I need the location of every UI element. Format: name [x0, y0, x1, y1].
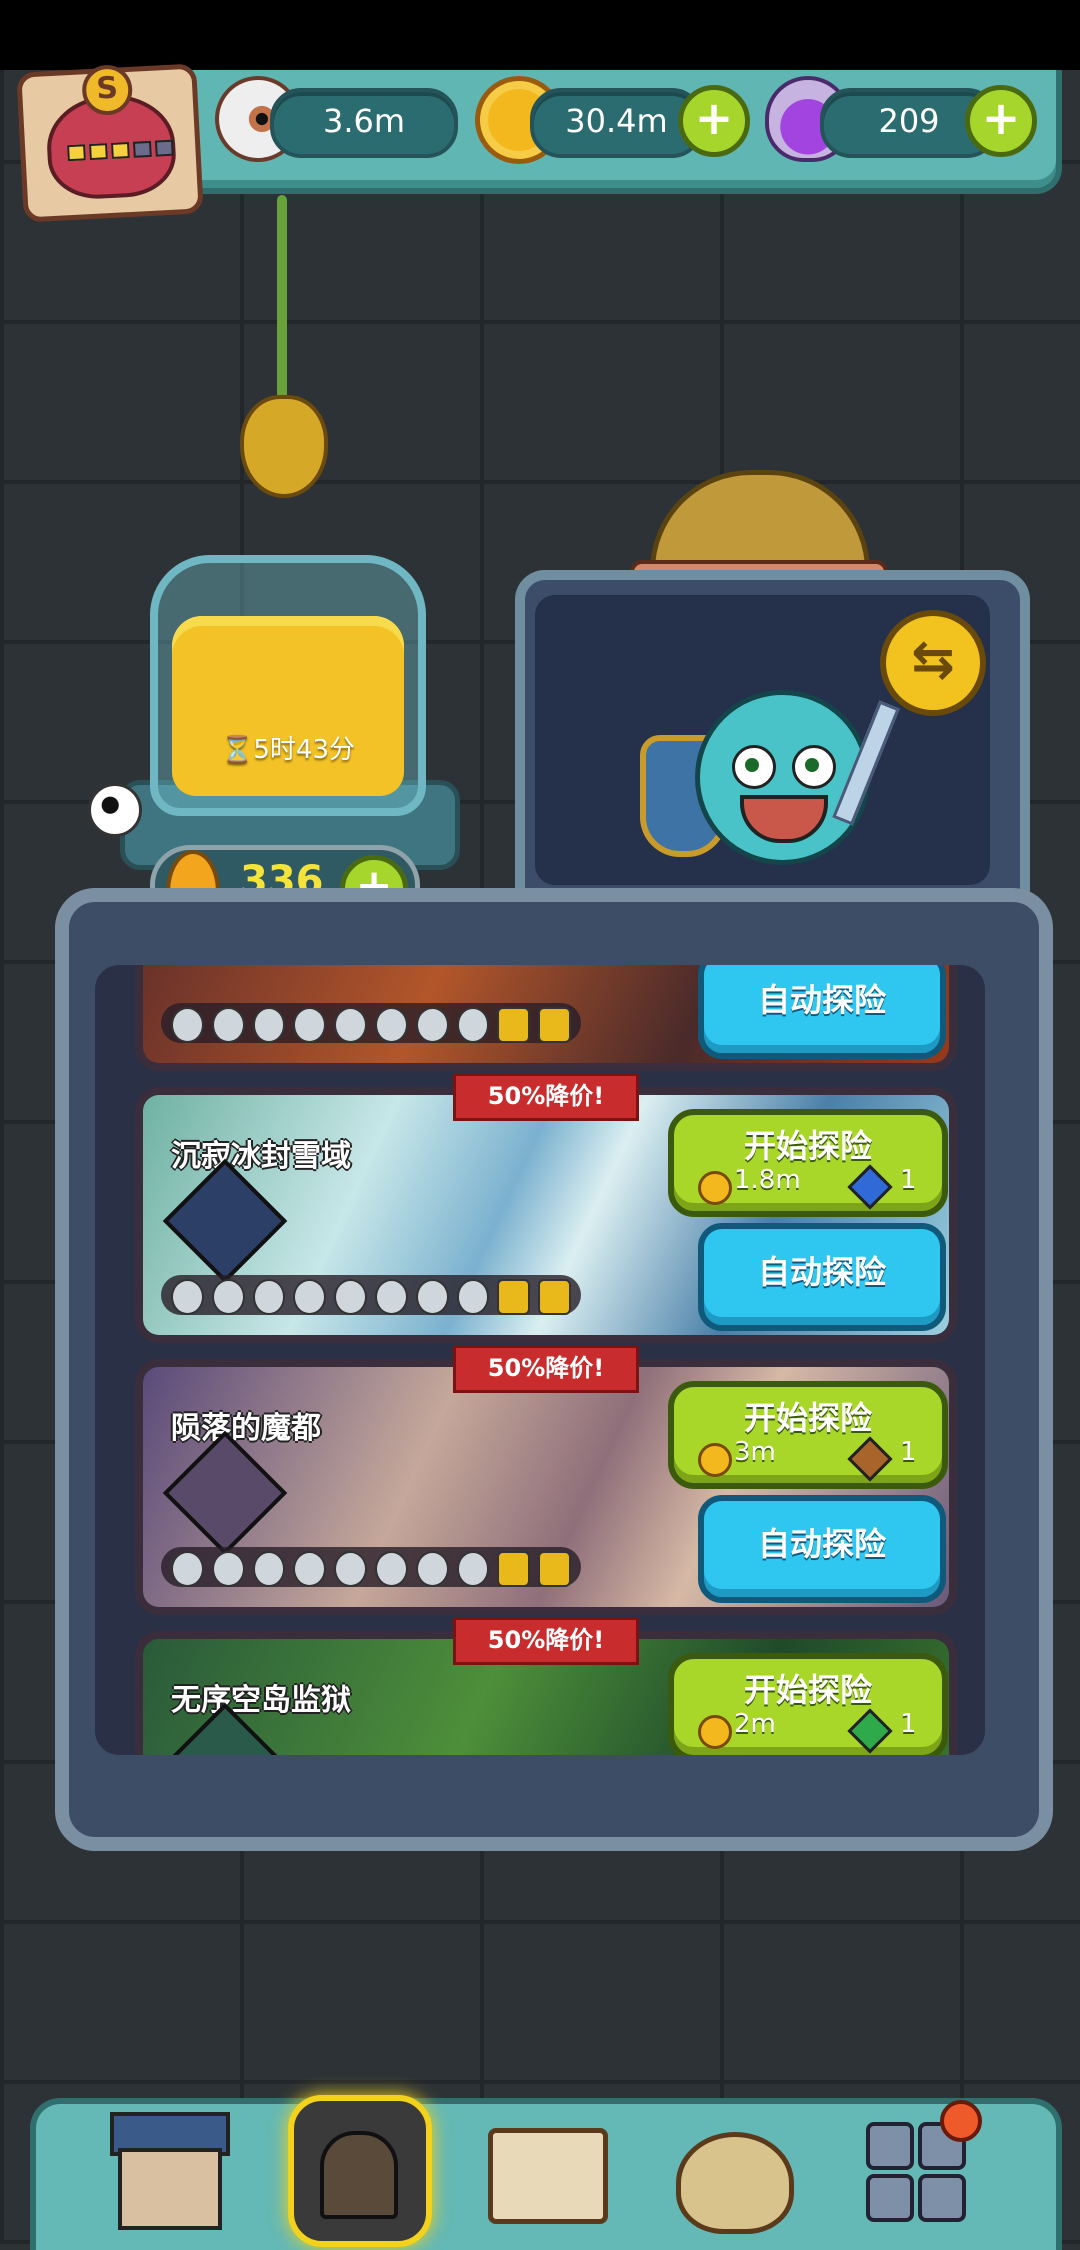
skull-icon	[456, 1007, 490, 1043]
nav-shop-button[interactable]	[110, 2112, 230, 2232]
blue-gem-icon	[847, 1164, 893, 1210]
explore-cost: 1.8m	[734, 1165, 801, 1195]
add-gold-button[interactable]: +	[678, 85, 750, 157]
coin-icon	[698, 1443, 732, 1477]
skull-icon	[456, 1279, 490, 1315]
shop-building-body	[118, 2148, 222, 2230]
gem-count: 1	[900, 1437, 917, 1467]
rank-pip	[89, 143, 108, 161]
juice-tank[interactable]: ⏳5时43分	[150, 555, 426, 816]
skull-icon	[374, 1007, 408, 1043]
notification-badge	[940, 2100, 982, 2142]
skull-icon	[415, 1551, 449, 1587]
skull-icon	[252, 1007, 286, 1043]
juice-liquid: ⏳5时43分	[172, 616, 404, 796]
skull-icon	[252, 1279, 286, 1315]
grid-menu-icon	[866, 2122, 914, 2170]
level-card[interactable]: 50%降价! 沉寂冰封雪域 开始探险 1.8m 1 自动探险	[135, 1073, 957, 1343]
gem-count: 1	[900, 1165, 917, 1195]
skull-icon	[374, 1551, 408, 1587]
gold-skull-icon	[497, 1279, 531, 1315]
add-potion-button[interactable]: +	[965, 85, 1037, 157]
sale-tag: 50%降价!	[453, 1073, 639, 1121]
status-bar	[0, 0, 1080, 70]
level-name: 陨落的魔都	[171, 1411, 321, 1446]
rank-pip	[110, 142, 130, 159]
monster-eye	[792, 745, 836, 789]
tank-timer: ⏳5时43分	[221, 735, 355, 765]
gold-skull-icon	[538, 1279, 571, 1315]
rank-pip	[67, 144, 86, 162]
explore-cost: 3m	[734, 1437, 776, 1467]
nav-book-button[interactable]	[488, 2112, 608, 2232]
gem-count: 1	[900, 1709, 917, 1739]
start-explore-button[interactable]: 开始探险 2m 1	[668, 1653, 948, 1755]
level-card[interactable]: 50%降价! 陨落的魔都 开始探险 3m 1 自动探险	[135, 1345, 957, 1615]
grid-menu-icon	[866, 2174, 914, 2222]
gold-skull-icon	[497, 1007, 531, 1043]
brown-gem-icon	[847, 1436, 893, 1482]
eyeball-counter: 3.6m	[270, 88, 458, 158]
swap-hero-button[interactable]: ⇆	[880, 610, 986, 716]
nav-dungeon-button[interactable]	[288, 2095, 432, 2247]
coin-icon	[698, 1171, 732, 1205]
auto-explore-button[interactable]: 自动探险	[698, 965, 946, 1059]
coin-icon	[698, 1715, 732, 1749]
monster-mouth	[740, 795, 828, 843]
grid-menu-icon	[918, 2174, 966, 2222]
start-explore-button[interactable]: 开始探险 3m 1	[668, 1381, 948, 1489]
start-explore-label: 开始探险	[743, 1127, 872, 1165]
skull-icon	[211, 1007, 245, 1043]
explore-cost: 2m	[734, 1709, 776, 1739]
difficulty-row	[161, 1003, 581, 1043]
gold-counter: 30.4m	[530, 88, 703, 158]
level-name: 沉寂冰封雪域	[171, 1139, 351, 1174]
monster-eye	[732, 745, 776, 789]
auto-explore-button[interactable]: 自动探险	[698, 1223, 946, 1331]
skull-icon	[334, 1279, 367, 1315]
start-explore-label: 开始探险	[743, 1671, 872, 1709]
skull-icon	[293, 1551, 327, 1587]
skull-icon	[171, 1551, 204, 1587]
skull-icon	[456, 1551, 490, 1587]
auto-explore-button[interactable]: 自动探险	[698, 1495, 946, 1603]
skull-icon	[415, 1279, 449, 1315]
open-book-icon	[488, 2128, 608, 2224]
skull-icon	[415, 1007, 449, 1043]
coin-bag-icon	[676, 2132, 794, 2234]
level-name: 无序空岛监狱	[171, 1683, 351, 1718]
level-list[interactable]: 自动探险 50%降价! 沉寂冰封雪域 开始探险 1.8m 1 自动探险 50%降…	[95, 965, 985, 1755]
skull-icon	[171, 1007, 204, 1043]
skull-icon	[171, 1279, 204, 1315]
level-card: 自动探险	[135, 965, 957, 1071]
gold-skull-icon	[538, 1007, 571, 1043]
skull-icon	[211, 1551, 245, 1587]
hero-monster[interactable]	[695, 690, 870, 865]
start-explore-label: 开始探险	[743, 1399, 872, 1437]
level-card[interactable]: 50%降价! 无序空岛监狱 开始探险 2m 1	[135, 1617, 957, 1755]
skull-icon	[211, 1279, 245, 1315]
gold-skull-icon	[497, 1551, 531, 1587]
rank-pip	[154, 139, 174, 157]
difficulty-row	[161, 1547, 581, 1587]
player-rank-badge[interactable]: S	[16, 63, 204, 223]
skull-icon	[293, 1007, 327, 1043]
nav-bag-button[interactable]	[676, 2112, 796, 2234]
start-explore-button[interactable]: 开始探险 1.8m 1	[668, 1109, 948, 1217]
skull-icon	[252, 1551, 286, 1587]
green-gem-icon	[847, 1708, 893, 1754]
rank-pip	[132, 140, 152, 158]
skull-icon	[293, 1279, 327, 1315]
skull-icon	[334, 1007, 367, 1043]
gold-skull-icon	[538, 1551, 571, 1587]
sale-tag: 50%降价!	[453, 1345, 639, 1393]
skull-icon	[374, 1279, 408, 1315]
skull-icon	[334, 1551, 367, 1587]
eyeball-decoration-icon	[88, 783, 142, 837]
seed-pod-icon[interactable]	[240, 395, 328, 498]
dungeon-gate-icon	[320, 2131, 398, 2219]
hanging-vine	[277, 195, 287, 415]
sale-tag: 50%降价!	[453, 1617, 639, 1665]
difficulty-row	[161, 1275, 581, 1315]
